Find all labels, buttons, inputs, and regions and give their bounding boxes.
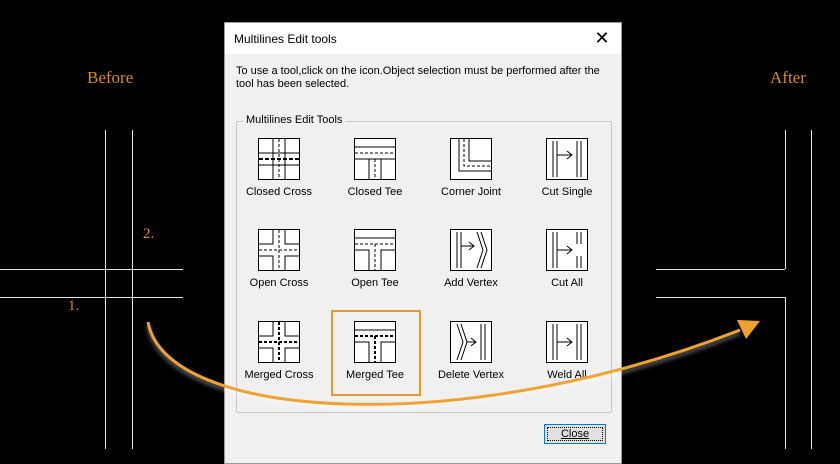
tool-merged-cross[interactable]: Merged Cross bbox=[233, 321, 325, 381]
corner-joint-icon bbox=[450, 138, 492, 180]
tool-label: Delete Vertex bbox=[437, 369, 505, 381]
step-1-label: 1. bbox=[68, 298, 80, 314]
tool-label: Add Vertex bbox=[444, 277, 498, 289]
before-vertical-line-left bbox=[105, 130, 106, 449]
closed-tee-icon bbox=[354, 138, 396, 180]
tool-open-tee[interactable]: Open Tee bbox=[329, 229, 421, 289]
before-label: Before bbox=[87, 68, 134, 87]
after-vertical-line-left-lower bbox=[785, 297, 786, 449]
before-horizontal-line-bottom bbox=[0, 297, 183, 298]
tool-closed-tee[interactable]: Closed Tee bbox=[329, 138, 421, 198]
tool-delete-vertex[interactable]: Delete Vertex bbox=[425, 321, 517, 381]
dialog-title: Multilines Edit tools bbox=[234, 32, 337, 46]
instructions-text: To use a tool,click on the icon.Object s… bbox=[236, 65, 600, 90]
tool-label: Cut Single bbox=[541, 186, 593, 198]
group-label: Multilines Edit Tools bbox=[243, 114, 346, 126]
merged-cross-icon bbox=[258, 321, 300, 363]
tool-label: Corner Joint bbox=[441, 186, 501, 198]
tool-closed-cross[interactable]: Closed Cross bbox=[233, 138, 325, 198]
delete-vertex-icon bbox=[450, 321, 492, 363]
after-vertical-line-right bbox=[811, 130, 812, 449]
tool-label: Merged Tee bbox=[346, 369, 404, 381]
before-vertical-line-right bbox=[132, 130, 133, 449]
tool-corner-joint[interactable]: Corner Joint bbox=[425, 138, 517, 198]
tool-open-cross[interactable]: Open Cross bbox=[233, 229, 325, 289]
tool-cut-single[interactable]: Cut Single bbox=[521, 138, 613, 198]
tool-merged-tee[interactable]: Merged Tee bbox=[329, 321, 421, 381]
close-icon[interactable]: ✕ bbox=[593, 27, 611, 49]
open-cross-icon bbox=[258, 229, 300, 271]
before-horizontal-line-top bbox=[0, 269, 183, 270]
weld-all-icon bbox=[546, 321, 588, 363]
tool-label: Cut All bbox=[551, 277, 583, 289]
cut-single-icon bbox=[546, 138, 588, 180]
tool-label: Weld All bbox=[547, 369, 587, 381]
tool-label: Closed Tee bbox=[347, 186, 403, 198]
open-tee-icon bbox=[354, 229, 396, 271]
cut-all-icon bbox=[546, 229, 588, 271]
close-button-label: Close bbox=[560, 428, 590, 440]
add-vertex-icon bbox=[450, 229, 492, 271]
tool-label: Open Tee bbox=[351, 277, 399, 289]
close-button[interactable]: Close bbox=[544, 424, 606, 444]
multilines-edit-dialog: Multilines Edit tools ✕ To use a tool,cl… bbox=[224, 22, 622, 464]
tool-cut-all[interactable]: Cut All bbox=[521, 229, 613, 289]
arrow-head bbox=[737, 320, 760, 339]
merged-tee-icon bbox=[354, 321, 396, 363]
after-horizontal-line-bottom bbox=[656, 297, 785, 298]
after-horizontal-line-top bbox=[656, 269, 785, 270]
after-label: After bbox=[770, 68, 806, 87]
tool-label: Closed Cross bbox=[245, 186, 313, 198]
tool-label: Merged Cross bbox=[244, 369, 314, 381]
tool-add-vertex[interactable]: Add Vertex bbox=[425, 229, 517, 289]
tool-weld-all[interactable]: Weld All bbox=[521, 321, 613, 381]
tool-label: Open Cross bbox=[249, 277, 309, 289]
closed-cross-icon bbox=[258, 138, 300, 180]
step-2-label: 2. bbox=[143, 226, 155, 242]
dialog-titlebar: Multilines Edit tools ✕ bbox=[225, 23, 621, 54]
after-vertical-line-left bbox=[785, 130, 786, 269]
